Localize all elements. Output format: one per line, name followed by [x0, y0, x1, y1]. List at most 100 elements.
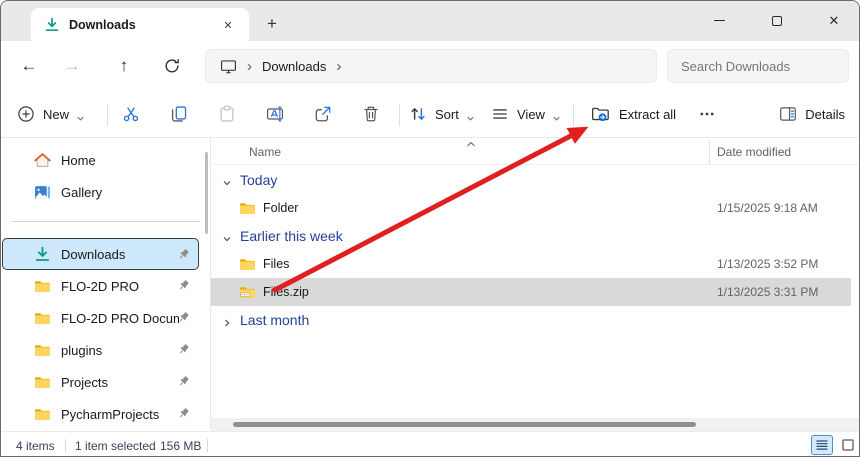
see-more-button[interactable]: [691, 97, 723, 131]
view-button-label: View: [517, 107, 545, 122]
group-header-today[interactable]: Today: [211, 166, 859, 194]
new-tab-button[interactable]: +: [261, 13, 283, 35]
paste-icon: [218, 105, 236, 123]
tab-close-icon[interactable]: ✕: [219, 16, 237, 34]
items-count: 4 items: [16, 439, 55, 453]
sidebar-item-label: Projects: [61, 375, 108, 390]
chevron-down-icon[interactable]: [222, 231, 232, 241]
new-button[interactable]: New: [17, 97, 85, 131]
file-name: Files: [263, 257, 289, 271]
sidebar-item-gallery[interactable]: Gallery: [3, 176, 198, 208]
status-separator: [207, 439, 208, 452]
sidebar-item-label: plugins: [61, 343, 102, 358]
back-button[interactable]: ←: [16, 53, 42, 79]
sidebar-item-label: FLO-2D PRO Document: [61, 311, 179, 326]
icons-view-toggle[interactable]: [837, 435, 859, 455]
folder-icon: [239, 256, 256, 273]
sidebar-item-flo-2d-pro[interactable]: FLO-2D PRO: [3, 270, 198, 302]
column-divider[interactable]: [709, 140, 710, 165]
extract-all-button[interactable]: Extract all: [591, 97, 676, 131]
file-name: Files.zip: [263, 285, 309, 299]
toolbar-separator: [107, 104, 108, 126]
column-header-row: Name Date modified: [211, 138, 859, 165]
details-button-label: Details: [805, 107, 845, 122]
view-button[interactable]: View: [491, 97, 561, 131]
sidebar-item-home[interactable]: Home: [3, 144, 198, 176]
tab-strip: Downloads ✕ + ✕: [1, 1, 859, 41]
extract-all-button-label: Extract all: [619, 107, 676, 122]
breadcrumb-chevron-icon[interactable]: ›: [336, 58, 341, 75]
folder-icon: [34, 374, 51, 391]
toolbar-separator: [399, 104, 400, 126]
forward-button[interactable]: →: [59, 53, 85, 79]
folder-icon: [34, 342, 51, 359]
group-header-earlier-this-week[interactable]: Earlier this week: [211, 222, 859, 250]
sidebar-item-label: Gallery: [61, 185, 102, 200]
horizontal-scrollbar[interactable]: [211, 418, 859, 431]
sidebar-item-label: FLO-2D PRO: [61, 279, 139, 294]
group-label: Today: [240, 172, 277, 188]
folder-icon: [34, 406, 51, 423]
file-list-pane: Name Date modified Today Folder1/15/2025 …: [211, 138, 859, 429]
group-label: Last month: [240, 312, 309, 328]
maximize-button[interactable]: [754, 1, 800, 40]
pin-icon: [176, 278, 191, 293]
breadcrumb-location[interactable]: Downloads: [262, 59, 326, 74]
sidebar-item-flo-2d-pro-document[interactable]: FLO-2D PRO Document: [3, 302, 198, 334]
sidebar-divider: [11, 221, 200, 222]
file-row-files-zip[interactable]: Files.zip1/13/2025 3:31 PM: [211, 278, 851, 306]
file-row-files[interactable]: Files1/13/2025 3:52 PM: [211, 250, 859, 278]
share-button[interactable]: [305, 97, 341, 131]
address-bar[interactable]: › Downloads ›: [205, 49, 657, 83]
up-button[interactable]: ↑: [111, 53, 137, 79]
search-input[interactable]: [681, 59, 857, 74]
pin-icon: [176, 342, 191, 357]
file-name: Folder: [263, 201, 298, 215]
paste-button[interactable]: [209, 97, 245, 131]
home-icon: [34, 152, 51, 169]
sidebar-list: Home Gallery Downloads FLO-2D PRO FLO-2D PRO…: [1, 144, 210, 430]
tab-title: Downloads: [69, 18, 136, 32]
toolbar-separator: [573, 104, 574, 126]
cut-button[interactable]: [113, 97, 149, 131]
delete-button[interactable]: [353, 97, 389, 131]
close-button[interactable]: ✕: [811, 1, 857, 40]
sidebar-item-pycharmprojects[interactable]: PycharmProjects: [3, 398, 198, 430]
command-bar: New Sort View Extract all Details: [1, 91, 859, 138]
chevron-down-icon[interactable]: [222, 175, 232, 185]
folder-icon: [34, 310, 51, 327]
navigation-bar: ← → ↑ › Downloads ›: [1, 41, 859, 91]
group-header-last-month[interactable]: Last month: [211, 306, 859, 334]
details-pane-icon: [779, 105, 797, 123]
sidebar-item-label: Downloads: [61, 247, 125, 262]
chevron-down-icon: [552, 110, 561, 119]
more-dots-icon: [698, 105, 716, 123]
sidebar-item-plugins[interactable]: plugins: [3, 334, 198, 366]
minimize-button[interactable]: [696, 1, 742, 40]
details-button[interactable]: Details: [779, 97, 845, 131]
folder-icon: [34, 278, 51, 295]
maximize-icon: [772, 16, 782, 26]
column-header-name[interactable]: Name: [249, 145, 281, 159]
refresh-icon: [163, 57, 181, 75]
copy-button[interactable]: [161, 97, 197, 131]
sort-button[interactable]: Sort: [409, 97, 475, 131]
sidebar-item-projects[interactable]: Projects: [3, 366, 198, 398]
refresh-button[interactable]: [159, 53, 185, 79]
details-view-toggle[interactable]: [811, 435, 833, 455]
chevron-down-icon: [466, 110, 475, 119]
sidebar-scrollbar[interactable]: [205, 152, 208, 234]
chevron-right-icon[interactable]: [222, 315, 232, 325]
tab-downloads[interactable]: Downloads ✕: [31, 8, 249, 41]
horizontal-scrollbar-thumb[interactable]: [233, 422, 696, 427]
status-bar: 4 items 1 item selected 156 MB: [1, 431, 859, 457]
sort-ascending-icon: [466, 135, 476, 143]
search-box[interactable]: [667, 49, 849, 83]
sidebar-item-downloads[interactable]: Downloads: [3, 239, 198, 269]
file-row-folder[interactable]: Folder1/15/2025 9:18 AM: [211, 194, 859, 222]
sidebar-item-label: Home: [61, 153, 96, 168]
selection-count: 1 item selected: [75, 439, 156, 453]
folder-icon: [239, 200, 256, 217]
rename-button[interactable]: [257, 97, 293, 131]
column-header-date-modified[interactable]: Date modified: [717, 145, 791, 159]
